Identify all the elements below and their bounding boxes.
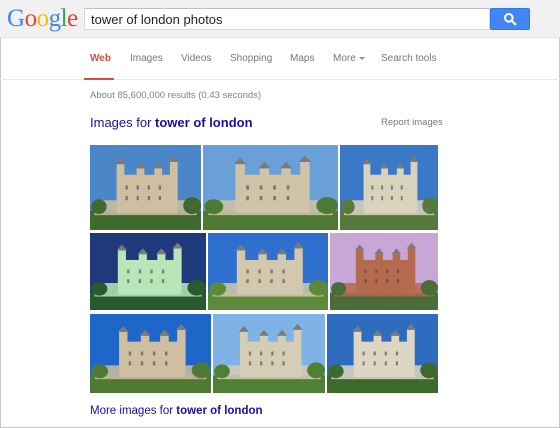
tower-night-photo (90, 233, 206, 310)
report-images-link[interactable]: Report images (381, 117, 443, 128)
active-tab-indicator (84, 78, 114, 80)
logo-letter: o (36, 5, 50, 32)
images-heading-prefix: Images for (90, 115, 156, 130)
chevron-down-icon (358, 56, 365, 60)
image-thumbnail[interactable] (90, 233, 206, 310)
tab-maps[interactable]: Maps (290, 53, 314, 65)
header-bar: Google tower of london photos (0, 0, 560, 38)
tab-images[interactable]: Images (130, 53, 163, 65)
tower-photo (90, 145, 201, 230)
images-heading-link[interactable]: Images for tower of london (90, 115, 253, 130)
image-thumbnail[interactable] (340, 145, 438, 230)
tab-search-tools[interactable]: Search tools (381, 53, 437, 65)
more-images-prefix: More images for (90, 405, 177, 417)
logo-letter: e (67, 5, 78, 32)
logo-letter: G (7, 5, 25, 32)
tab-videos[interactable]: Videos (181, 53, 211, 65)
tab-more-label: More (333, 53, 356, 64)
logo-letter: o (24, 5, 38, 32)
tab-shopping[interactable]: Shopping (230, 53, 272, 65)
google-logo[interactable]: Google (7, 6, 78, 32)
search-input[interactable]: tower of london photos (84, 8, 490, 30)
tower-dusk-photo (330, 233, 438, 310)
image-thumbnail[interactable] (327, 314, 438, 393)
search-tabs-bar: Web Images Videos Shopping Maps More Sea… (0, 38, 560, 80)
image-thumbnail[interactable] (208, 233, 328, 310)
tower-photo (213, 314, 325, 393)
logo-letter: g (48, 5, 62, 32)
tab-more[interactable]: More (333, 53, 365, 65)
result-stats: About 85,600,000 results (0.43 seconds) (90, 90, 262, 101)
more-images-link[interactable]: More images for tower of london (90, 405, 263, 417)
image-thumbnail[interactable] (213, 314, 325, 393)
images-heading-query: tower of london (155, 115, 253, 130)
image-thumbnail[interactable] (90, 145, 201, 230)
tower-photo (340, 145, 438, 230)
tower-photo (208, 233, 328, 310)
tower-photo (327, 314, 438, 393)
image-thumbnail[interactable] (203, 145, 338, 230)
more-images-query: tower of london (176, 405, 263, 417)
tab-web[interactable]: Web (90, 53, 111, 65)
search-icon (504, 13, 517, 26)
image-thumbnail[interactable] (330, 233, 438, 310)
search-button[interactable] (490, 8, 530, 30)
image-thumbnail[interactable] (90, 314, 211, 393)
tower-photo (90, 314, 211, 393)
tower-photo (203, 145, 338, 230)
